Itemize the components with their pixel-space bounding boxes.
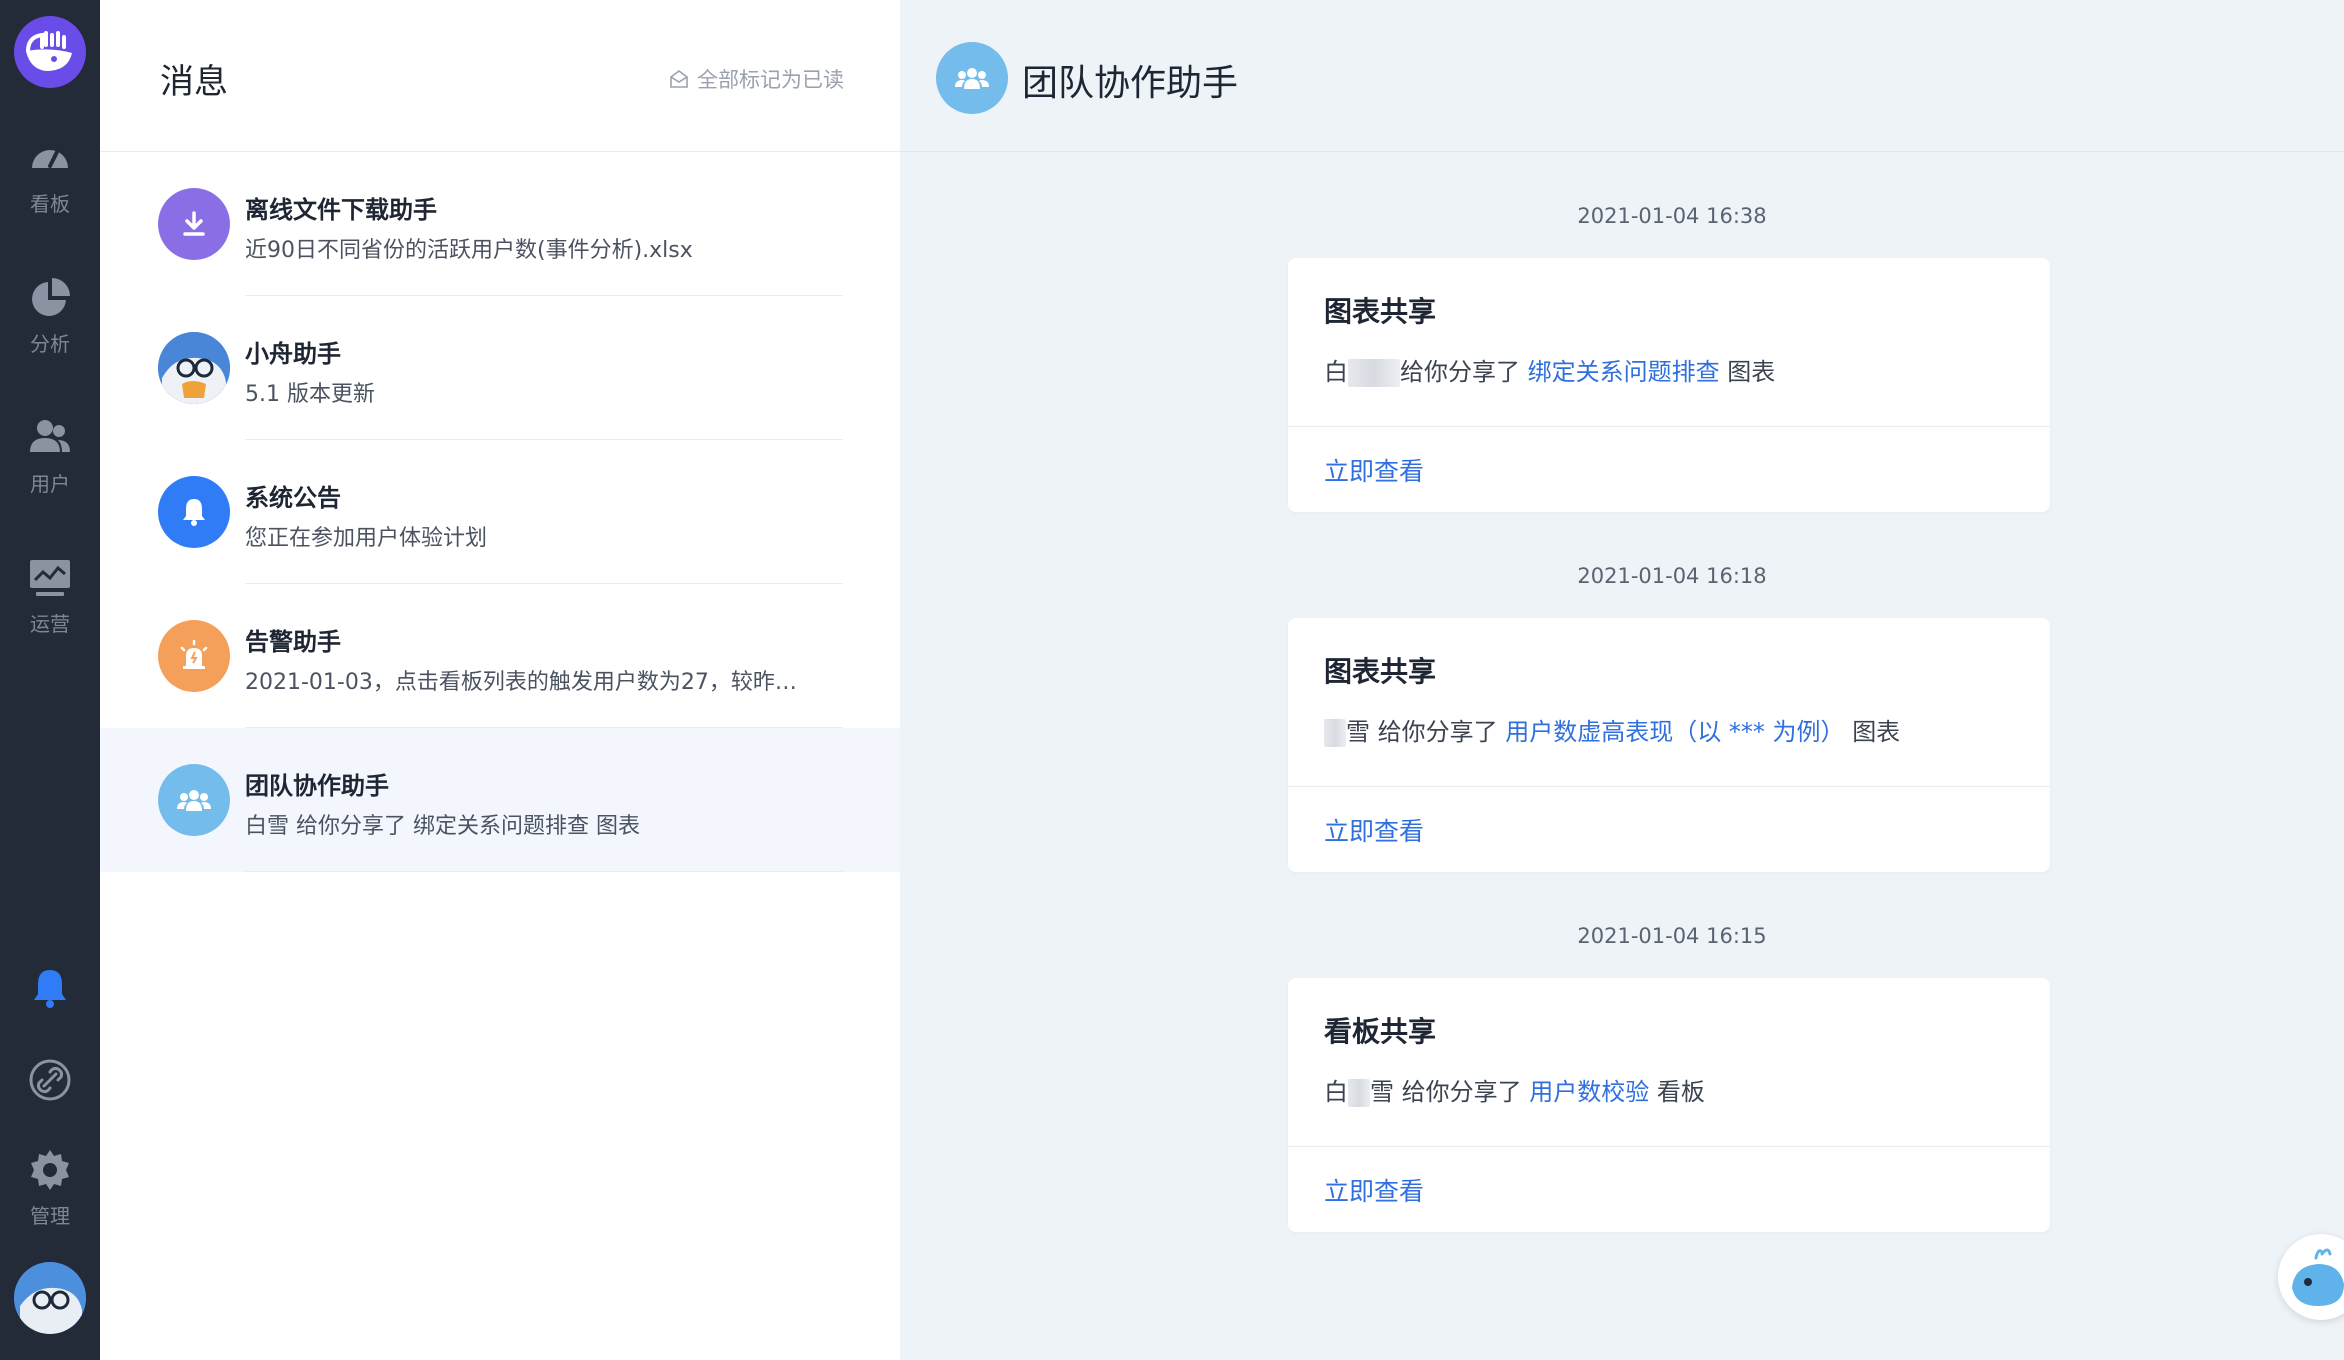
- message-list-header: 消息 全部标记为已读: [100, 0, 900, 152]
- share-card: 图表共享 雪 给你分享了 用户数虚高表现（以 *** 为例） 图表 立即查看: [1288, 618, 2050, 872]
- share-type: 图表: [1852, 718, 1901, 746]
- gauge-icon: [32, 150, 68, 168]
- gear-icon: [31, 1150, 69, 1190]
- nav-label: 分析: [30, 332, 70, 356]
- list-item-offline-download[interactable]: 离线文件下载助手 近90日不同省份的活跃用户数(事件分析).xlsx: [100, 152, 900, 296]
- alarm-icon: [180, 640, 208, 669]
- team-icon: [955, 68, 989, 89]
- nav-label: 用户: [30, 472, 70, 496]
- message-timestamp: 2021-01-04 16:38: [1577, 204, 1767, 228]
- team-icon: [177, 790, 211, 811]
- shared-chart-link[interactable]: 用户数虚高表现（以 *** 为例）: [1505, 718, 1844, 746]
- nav-rail: 看板 分析 用户 运营 管理: [0, 0, 100, 1360]
- mark-all-read-button[interactable]: 全部标记为已读: [669, 64, 844, 94]
- nav-label: 运营: [30, 612, 70, 636]
- team-avatar: [158, 764, 230, 836]
- share-text: 雪 给你分享了: [1370, 1078, 1522, 1106]
- share-card: 图表共享 白 给你分享了 绑定关系问题排查 图表 立即查看: [1288, 258, 2050, 512]
- sender-name: 白: [1324, 1078, 1348, 1106]
- alarm-avatar: [158, 620, 230, 692]
- team-avatar: [936, 42, 1008, 114]
- bell-icon: [183, 499, 205, 526]
- nav-item-analysis[interactable]: 分析: [0, 276, 100, 386]
- pie-chart-icon: [32, 278, 70, 316]
- nav-item-users[interactable]: 用户: [0, 416, 100, 526]
- redacted-name: [1324, 719, 1346, 747]
- notice-avatar: [158, 476, 230, 548]
- card-title: 图表共享: [1324, 295, 1437, 328]
- nav-label: 看板: [30, 192, 70, 216]
- detail-header: 团队协作助手: [900, 0, 2344, 152]
- shared-dashboard-link[interactable]: 用户数校验: [1529, 1078, 1649, 1106]
- card-body: 白 给你分享了 绑定关系问题排查 图表: [1324, 352, 1775, 387]
- mascot-avatar-icon: [158, 332, 230, 404]
- divider: [1288, 426, 2050, 427]
- nav-item-operations[interactable]: 运营: [0, 556, 100, 666]
- link-circle-icon: [29, 1059, 71, 1101]
- view-now-button[interactable]: 立即查看: [1324, 1172, 1424, 1208]
- share-type: 图表: [1727, 358, 1776, 386]
- app-window: 看板 分析 用户 运营 管理 消息 全部标记为已读 离线文件下载助手 近90日不…: [0, 0, 2344, 1360]
- nav-item-management[interactable]: 管理: [0, 1148, 100, 1258]
- download-avatar: [158, 188, 230, 260]
- divider: [1288, 1146, 2050, 1147]
- bell-icon: [34, 970, 66, 1008]
- list-item-alert-assistant[interactable]: 告警助手 2021-01-03，点击看板列表的触发用户数为27，较昨…: [100, 584, 900, 728]
- nav-label: 管理: [30, 1204, 70, 1228]
- whale-logo-icon: [26, 31, 72, 71]
- redacted-name: [1348, 1079, 1370, 1107]
- app-logo[interactable]: [14, 16, 86, 88]
- share-text: 雪 给你分享了: [1346, 718, 1498, 746]
- divider: [245, 871, 843, 872]
- share-type: 看板: [1656, 1078, 1705, 1106]
- mascot-avatar: [158, 332, 230, 404]
- list-item-preview: 5.1 版本更新: [245, 382, 375, 407]
- monitor-chart-icon: [30, 560, 70, 596]
- list-item-name: 系统公告: [245, 484, 341, 512]
- card-title: 图表共享: [1324, 655, 1437, 688]
- message-list-panel: 消息 全部标记为已读 离线文件下载助手 近90日不同省份的活跃用户数(事件分析)…: [100, 0, 900, 1360]
- whale-mascot-icon: [2292, 1248, 2344, 1306]
- message-timestamp: 2021-01-04 16:15: [1577, 924, 1767, 948]
- users-icon: [30, 420, 70, 452]
- nav-item-dashboard[interactable]: 看板: [0, 136, 100, 246]
- list-item-name: 告警助手: [245, 628, 341, 656]
- help-assistant-button[interactable]: [2278, 1234, 2344, 1320]
- card-body: 白雪 给你分享了 用户数校验 看板: [1324, 1072, 1705, 1107]
- page-title: 消息: [160, 62, 228, 102]
- view-now-button[interactable]: 立即查看: [1324, 452, 1424, 488]
- view-now-button[interactable]: 立即查看: [1324, 812, 1424, 848]
- notification-bell-button[interactable]: [26, 964, 74, 1012]
- list-item-name: 小舟助手: [245, 340, 341, 368]
- list-item-name: 团队协作助手: [245, 772, 389, 800]
- list-item-preview: 白雪 给你分享了 绑定关系问题排查 图表: [245, 814, 640, 839]
- mascot-avatar-icon: [14, 1262, 86, 1334]
- link-button[interactable]: [26, 1056, 74, 1104]
- card-title: 看板共享: [1324, 1015, 1437, 1048]
- list-item-preview: 您正在参加用户体验计划: [245, 526, 488, 551]
- mark-all-read-label: 全部标记为已读: [697, 68, 844, 92]
- message-timestamp: 2021-01-04 16:18: [1577, 564, 1767, 588]
- detail-title: 团队协作助手: [1022, 63, 1239, 104]
- list-item-preview: 近90日不同省份的活跃用户数(事件分析).xlsx: [245, 238, 693, 263]
- redacted-name: [1348, 359, 1400, 387]
- shared-chart-link[interactable]: 绑定关系问题排查: [1528, 358, 1720, 386]
- sender-name: 白: [1324, 358, 1348, 386]
- divider: [1288, 786, 2050, 787]
- list-item-name: 离线文件下载助手: [245, 196, 437, 224]
- list-item-system-notice[interactable]: 系统公告 您正在参加用户体验计划: [100, 440, 900, 584]
- list-item-preview: 2021-01-03，点击看板列表的触发用户数为27，较昨…: [245, 670, 797, 695]
- card-body: 雪 给你分享了 用户数虚高表现（以 *** 为例） 图表: [1324, 712, 1900, 747]
- share-text: 给你分享了: [1400, 358, 1520, 386]
- message-detail-panel: 团队协作助手 2021-01-04 16:38 图表共享 白 给你分享了 绑定关系…: [900, 0, 2344, 1360]
- list-item-xiaozhou[interactable]: 小舟助手 5.1 版本更新: [100, 296, 900, 440]
- user-avatar[interactable]: [14, 1262, 86, 1334]
- envelope-open-icon: [670, 70, 688, 88]
- download-icon: [183, 211, 205, 236]
- share-card: 看板共享 白雪 给你分享了 用户数校验 看板 立即查看: [1288, 978, 2050, 1232]
- list-item-team-assistant[interactable]: 团队协作助手 白雪 给你分享了 绑定关系问题排查 图表: [100, 728, 900, 872]
